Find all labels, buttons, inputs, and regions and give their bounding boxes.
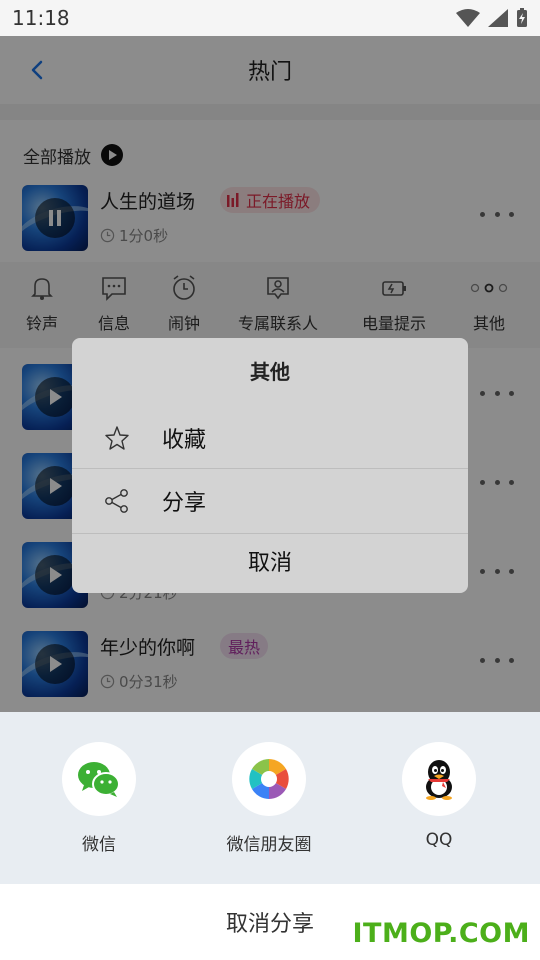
share-sheet: 微信 微信朋友圈 QQ <box>0 712 540 884</box>
star-icon <box>105 426 129 450</box>
favorite-label: 收藏 <box>162 428 207 453</box>
status-icons <box>456 8 528 28</box>
share-qq[interactable]: QQ <box>379 742 499 850</box>
share-label: 分享 <box>162 491 207 516</box>
status-time: 11:18 <box>12 6 70 30</box>
share-moments-label: 微信朋友圈 <box>226 835 312 855</box>
share-moments[interactable]: 微信朋友圈 <box>209 742 329 855</box>
share-wechat[interactable]: 微信 <box>39 742 159 855</box>
dialog-title: 其他 <box>250 360 290 384</box>
qq-icon <box>402 742 476 816</box>
other-options-dialog: 其他 收藏 分享 取消 <box>72 338 468 593</box>
moments-icon <box>232 742 306 816</box>
share-qq-label: QQ <box>425 830 453 850</box>
share-icon <box>105 489 128 513</box>
wifi-icon <box>456 9 480 27</box>
dialog-cancel-button[interactable]: 取消 <box>72 534 468 593</box>
signal-icon <box>488 9 508 27</box>
status-bar: 11:18 <box>0 0 540 36</box>
favorite-option[interactable]: 收藏 <box>72 406 468 470</box>
battery-charging-icon <box>517 8 527 27</box>
share-wechat-label: 微信 <box>82 835 116 855</box>
wechat-icon <box>62 742 136 816</box>
watermark: ITMOP.COM <box>352 918 530 949</box>
share-option[interactable]: 分享 <box>72 469 468 533</box>
